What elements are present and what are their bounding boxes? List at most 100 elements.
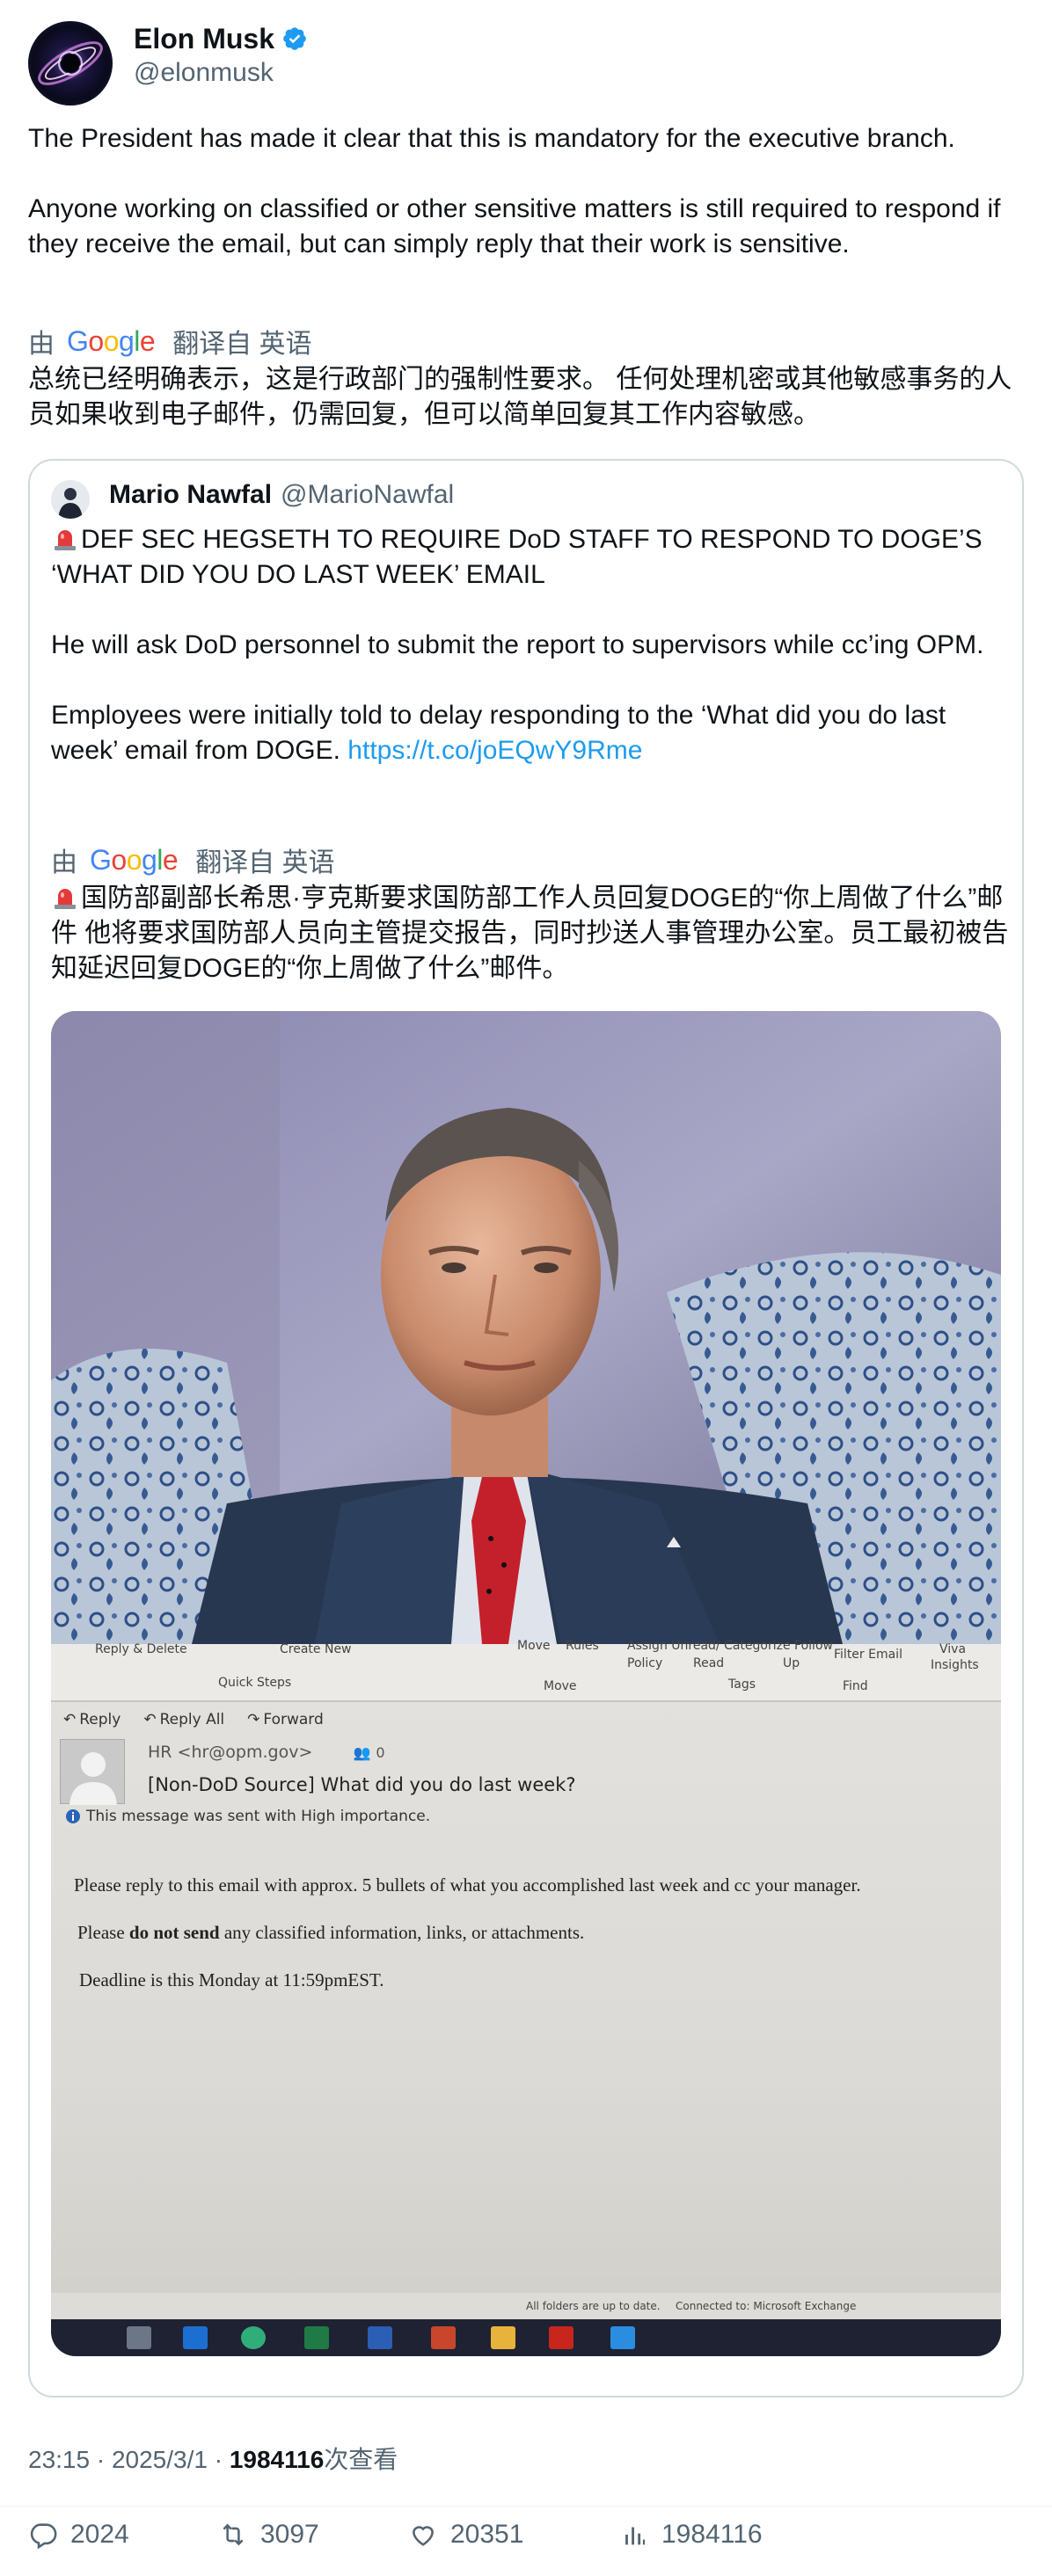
edge-icon	[241, 2326, 266, 2349]
file-explorer-icon	[491, 2326, 515, 2349]
ribbon-up: Up	[783, 1656, 800, 1670]
siren-emoji-icon	[55, 889, 76, 909]
author-avatar[interactable]	[28, 21, 113, 106]
ribbon-policy: Policy	[627, 1656, 663, 1670]
task-view-icon	[127, 2326, 151, 2349]
ribbon-insights: Insights	[931, 1658, 979, 1672]
ribbon-rules: Rules	[566, 1639, 599, 1653]
ribbon-move-group: Move	[544, 1679, 577, 1693]
action-bar: 2024 3097 20351 1984116	[28, 2520, 1024, 2555]
ribbon-find: Find	[843, 1679, 868, 1693]
translated-text: 总统已经明确表示，这是行政部门的强制性要求。 任何处理机密或其他敏感事务的人员如…	[28, 365, 1012, 429]
like-count: 20351	[450, 2520, 524, 2549]
remote-desktop-icon	[610, 2326, 635, 2349]
email-body-line-3: Deadline is this Monday at 11:59pmEST.	[79, 1969, 384, 1990]
tweet-header: Elon Musk @elonmusk	[28, 21, 1024, 109]
outlook-ribbon: Reply & Delete Create New Quick Steps Mo…	[51, 1639, 1001, 1702]
quoted-tweet-text: DEF SEC HEGSETH TO REQUIRE DoD STAFF TO …	[51, 522, 1010, 768]
views-label: 次查看	[324, 2446, 398, 2473]
translation-attribution: 由 Google 翻译自 英语	[28, 322, 312, 360]
email-body-line-2: Please do not send any classified inform…	[77, 1922, 584, 1944]
email-from-address: HR <hr@opm.gov>	[148, 1743, 313, 1762]
quoted-media[interactable]: Reply & Delete Create New Quick Steps Mo…	[51, 1011, 1001, 2356]
windows-taskbar	[51, 2319, 1001, 2356]
acrobat-icon	[549, 2326, 573, 2349]
view-count: 1984116	[229, 2446, 325, 2473]
info-icon	[66, 1809, 80, 1823]
quoted-author-avatar[interactable]	[51, 480, 90, 519]
tweet-meta: 23:15 · 2025/3/1 · 1984116次查看	[28, 2441, 398, 2476]
ribbon-assign-policy: Assign Unread/ Categorize Follow	[627, 1639, 833, 1653]
sender-avatar	[60, 1739, 125, 1805]
like-button[interactable]: 20351	[408, 2520, 523, 2550]
translation-by-label: 由	[28, 330, 55, 359]
google-logo-icon: Google	[90, 843, 179, 876]
author-handle[interactable]: @elonmusk	[134, 58, 274, 88]
author-name-row: Elon Musk	[134, 21, 308, 56]
quoted-author-name[interactable]: Mario Nawfal	[109, 480, 272, 510]
quoted-main-text: DEF SEC HEGSETH TO REQUIRE DoD STAFF TO …	[51, 525, 984, 765]
reply-button[interactable]: 2024	[28, 2520, 129, 2550]
default-person-icon	[69, 1752, 117, 1805]
translated-from-label[interactable]: 翻译自 英语	[172, 322, 311, 360]
ribbon-create-new: Create New	[280, 1642, 352, 1656]
powerpoint-icon	[431, 2326, 456, 2349]
views-count: 1984116	[661, 2520, 763, 2549]
repost-button[interactable]: 3097	[218, 2520, 319, 2550]
ribbon-read: Read	[693, 1656, 725, 1670]
reply-action: ↶ Reply	[63, 1711, 121, 1728]
quoted-translation-attribution: 由 Google 翻译自 英语	[51, 840, 335, 879]
heart-icon	[413, 2526, 434, 2546]
ribbon-filter-email: Filter Email	[834, 1648, 902, 1662]
word-icon	[368, 2326, 392, 2349]
quoted-translation-by-label: 由	[51, 848, 77, 877]
email-from: HR <hr@opm.gov> 👥 0	[148, 1743, 385, 1762]
repost-count: 3097	[260, 2520, 319, 2549]
views-chart-icon	[625, 2527, 646, 2545]
quoted-author-handle[interactable]: @MarioNawfal	[281, 480, 454, 510]
excel-icon	[304, 2326, 329, 2349]
ribbon-quick-steps: Quick Steps	[218, 1676, 292, 1690]
email-screenshot: Reply & Delete Create New Quick Steps Mo…	[51, 1639, 1001, 2356]
ribbon-reply-delete: Reply & Delete	[95, 1642, 187, 1656]
repost-icon	[223, 2523, 244, 2546]
people-icon: 👥	[353, 1744, 371, 1761]
mail-actions: ↶ Reply ↶ Reply All ↷ Forward	[63, 1711, 324, 1728]
outlook-icon	[183, 2326, 208, 2349]
forward-label: Forward	[263, 1711, 324, 1728]
verified-badge-icon	[283, 27, 306, 50]
email-body-line-1: Please reply to this email with approx. …	[74, 1874, 861, 1896]
author-name[interactable]: Elon Musk	[134, 23, 274, 55]
status-right: Connected to: Microsoft Exchange	[676, 2300, 857, 2312]
reply-count: 2024	[70, 2520, 129, 2549]
tweet-text: The President has made it clear that thi…	[28, 124, 1001, 258]
ribbon-move: Move	[517, 1639, 551, 1653]
siren-emoji-icon	[55, 530, 76, 550]
quoted-author-row: Mario Nawfal @MarioNawfal	[109, 480, 454, 510]
body-2-bold: do not send	[128, 1922, 220, 1943]
quoted-translation-body: 国防部副部长希思·亨克斯要求国防部工作人员回复DOGE的“你上周做了什么”邮件 …	[51, 884, 1009, 983]
divider	[0, 2506, 1052, 2507]
quoted-translated-from-label[interactable]: 翻译自 英语	[195, 840, 334, 879]
hegseth-portrait-photo	[51, 1011, 1001, 1644]
ribbon-viva: Viva	[939, 1642, 967, 1656]
google-logo-icon: Google	[67, 324, 156, 357]
people-count: 0	[376, 1744, 385, 1761]
tweet-timestamp[interactable]: 23:15 · 2025/3/1 ·	[28, 2446, 230, 2473]
email-subject: [Non-DoD Source] What did you do last we…	[148, 1774, 576, 1795]
forward-action: ↷ Forward	[247, 1711, 324, 1728]
reply-all-label: Reply All	[159, 1711, 225, 1728]
reply-label: Reply	[79, 1711, 121, 1728]
body-2-post: any classified information, links, or at…	[219, 1922, 585, 1943]
person-avatar-icon	[51, 480, 90, 519]
quoted-translated-text: 国防部副部长希思·亨克斯要求国防部工作人员回复DOGE的“你上周做了什么”邮件 …	[51, 881, 1010, 986]
black-hole-avatar-icon	[38, 41, 103, 85]
importance-notice: This message was sent with High importan…	[65, 1808, 430, 1825]
reply-all-action: ↶ Reply All	[143, 1711, 224, 1728]
reply-icon: ↶	[63, 1711, 77, 1728]
ribbon-tags: Tags	[728, 1677, 756, 1692]
quoted-tweet-link[interactable]: https://t.co/joEQwY9Rme	[347, 736, 642, 765]
views-button[interactable]: 1984116	[619, 2520, 763, 2550]
quoted-tweet[interactable]: Mario Nawfal @MarioNawfal DEF SEC HEGSET…	[28, 459, 1024, 2398]
reply-icon	[30, 2523, 57, 2550]
